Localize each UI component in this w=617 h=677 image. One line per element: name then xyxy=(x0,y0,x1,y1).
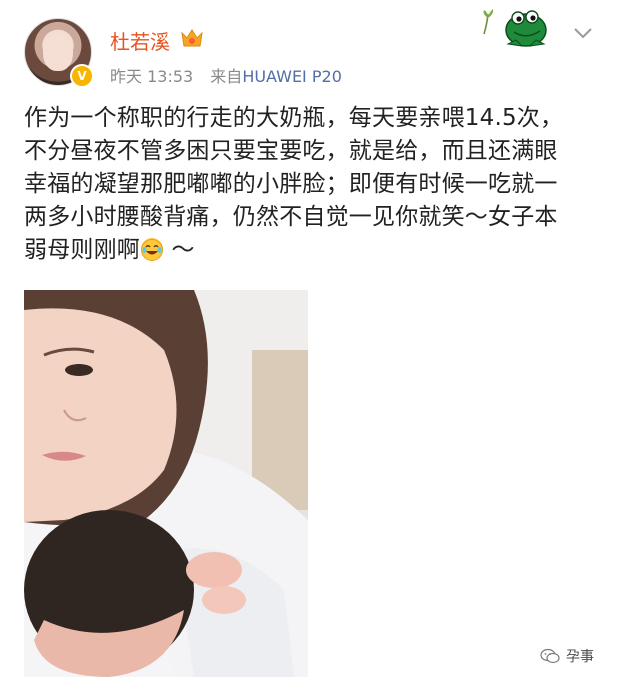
mother-baby-photo xyxy=(24,290,308,677)
wechat-account-name: 孕事 xyxy=(566,649,594,665)
post-text-line: 作为一个称职的行走的大奶瓶，每天要亲喂14.5次， xyxy=(24,105,564,131)
frog-card-decoration-icon xyxy=(483,9,547,47)
post-text-line: 不分昼夜不管多困只要宝要吃，就是给，而且还满眼 xyxy=(24,138,558,164)
post-text: 作为一个称职的行走的大奶瓶，每天要亲喂14.5次， 不分昼夜不管多困只要宝要吃，… xyxy=(24,102,594,267)
weibo-post-card: V 杜若溪 昨天 13:53 来自HUAWEI P20 作为一个称职的行走的大奶… xyxy=(0,0,617,677)
verified-badge-icon: V xyxy=(70,64,94,88)
source-prefix: 来自 xyxy=(210,67,243,86)
post-meta: 昨天 13:53 来自HUAWEI P20 xyxy=(110,63,342,87)
vip-member-icon[interactable] xyxy=(180,27,204,49)
laughing-emoji-icon xyxy=(141,238,163,261)
avatar-face xyxy=(43,33,73,71)
chevron-down-icon[interactable] xyxy=(573,26,593,40)
device-link[interactable]: HUAWEI P20 xyxy=(242,67,342,86)
post-text-tilde: ～ xyxy=(164,237,195,263)
wechat-icon xyxy=(540,648,560,664)
post-photo[interactable] xyxy=(24,290,308,677)
post-text-line: 弱母则刚啊 xyxy=(24,237,140,263)
post-text-line: 幸福的凝望那肥嘟嘟的小胖脸；即便有时候一吃就一 xyxy=(24,171,558,197)
username[interactable]: 杜若溪 xyxy=(110,26,170,55)
post-timestamp: 昨天 13:53 xyxy=(110,67,194,86)
wechat-account-watermark: 孕事 xyxy=(540,646,594,666)
post-text-line: 两多小时腰酸背痛，仍然不自觉一见你就笑～女子本 xyxy=(24,204,558,230)
post-text-last-line: 弱母则刚啊 ～ xyxy=(24,234,594,267)
